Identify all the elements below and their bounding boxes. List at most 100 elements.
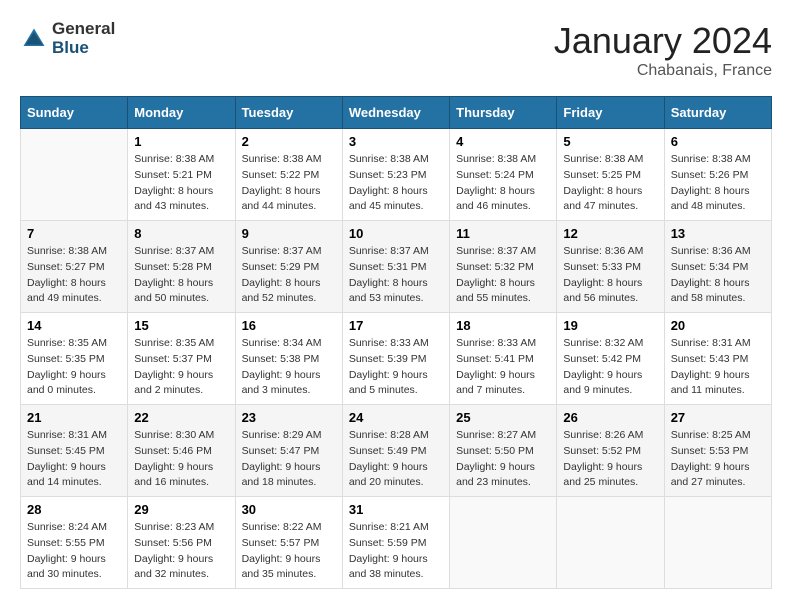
month-year-title: January 2024 [554, 20, 772, 62]
calendar-cell [21, 129, 128, 221]
day-number: 28 [27, 502, 121, 517]
day-info: Sunrise: 8:38 AMSunset: 5:25 PMDaylight:… [563, 152, 657, 215]
day-info: Sunrise: 8:38 AMSunset: 5:22 PMDaylight:… [242, 152, 336, 215]
calendar-cell: 1 Sunrise: 8:38 AMSunset: 5:21 PMDaylight… [128, 129, 235, 221]
calendar-cell [557, 497, 664, 589]
calendar-cell: 2 Sunrise: 8:38 AMSunset: 5:22 PMDaylight… [235, 129, 342, 221]
page-header: General Blue January 2024 Chabanais, Fra… [20, 20, 772, 80]
day-number: 16 [242, 318, 336, 333]
calendar-cell: 7Sunrise: 8:38 AMSunset: 5:27 PMDaylight… [21, 221, 128, 313]
calendar-cell: 19Sunrise: 8:32 AMSunset: 5:42 PMDayligh… [557, 313, 664, 405]
day-number: 1 [134, 134, 228, 149]
calendar-cell: 21Sunrise: 8:31 AMSunset: 5:45 PMDayligh… [21, 405, 128, 497]
calendar-cell: 11Sunrise: 8:37 AMSunset: 5:32 PMDayligh… [450, 221, 557, 313]
calendar-cell: 30 Sunrise: 8:22 AMSunset: 5:57 PMDayligh… [235, 497, 342, 589]
day-info: Sunrise: 8:32 AMSunset: 5:42 PMDaylight:… [563, 336, 657, 399]
day-number: 3 [349, 134, 443, 149]
calendar-cell: 29 Sunrise: 8:23 AMSunset: 5:56 PMDayligh… [128, 497, 235, 589]
calendar-cell: 22Sunrise: 8:30 AMSunset: 5:46 PMDayligh… [128, 405, 235, 497]
header-day-saturday: Saturday [664, 97, 771, 129]
header-row: SundayMondayTuesdayWednesdayThursdayFrid… [21, 97, 772, 129]
calendar-cell: 9Sunrise: 8:37 AMSunset: 5:29 PMDaylight… [235, 221, 342, 313]
day-number: 13 [671, 226, 765, 241]
day-info: Sunrise: 8:30 AMSunset: 5:46 PMDaylight:… [134, 428, 228, 491]
day-info: Sunrise: 8:35 AMSunset: 5:37 PMDaylight:… [134, 336, 228, 399]
day-info: Sunrise: 8:38 AMSunset: 5:21 PMDaylight:… [134, 152, 228, 215]
calendar-cell: 14 Sunrise: 8:35 AMSunset: 5:35 PMDayligh… [21, 313, 128, 405]
day-info: Sunrise: 8:37 AMSunset: 5:32 PMDaylight:… [456, 244, 550, 307]
day-number: 8 [134, 226, 228, 241]
header-day-thursday: Thursday [450, 97, 557, 129]
day-info: Sunrise: 8:23 AMSunset: 5:56 PMDaylight:… [134, 520, 228, 583]
day-info: Sunrise: 8:31 AMSunset: 5:45 PMDaylight:… [27, 428, 121, 491]
day-number: 5 [563, 134, 657, 149]
day-number: 30 [242, 502, 336, 517]
day-info: Sunrise: 8:31 AMSunset: 5:43 PMDaylight:… [671, 336, 765, 399]
day-number: 12 [563, 226, 657, 241]
day-info: Sunrise: 8:34 AMSunset: 5:38 PMDaylight:… [242, 336, 336, 399]
day-number: 31 [349, 502, 443, 517]
logo-text: General Blue [52, 20, 115, 57]
calendar-cell: 16 Sunrise: 8:34 AMSunset: 5:38 PMDayligh… [235, 313, 342, 405]
calendar-cell: 13Sunrise: 8:36 AMSunset: 5:34 PMDayligh… [664, 221, 771, 313]
day-number: 18 [456, 318, 550, 333]
calendar-cell: 26 Sunrise: 8:26 AMSunset: 5:52 PMDayligh… [557, 405, 664, 497]
day-info: Sunrise: 8:35 AMSunset: 5:35 PMDaylight:… [27, 336, 121, 399]
day-info: Sunrise: 8:38 AMSunset: 5:23 PMDaylight:… [349, 152, 443, 215]
day-info: Sunrise: 8:24 AMSunset: 5:55 PMDaylight:… [27, 520, 121, 583]
calendar-cell: 25 Sunrise: 8:27 AMSunset: 5:50 PMDayligh… [450, 405, 557, 497]
day-number: 2 [242, 134, 336, 149]
day-number: 26 [563, 410, 657, 425]
day-info: Sunrise: 8:37 AMSunset: 5:31 PMDaylight:… [349, 244, 443, 307]
day-info: Sunrise: 8:27 AMSunset: 5:50 PMDaylight:… [456, 428, 550, 491]
calendar-cell: 8Sunrise: 8:37 AMSunset: 5:28 PMDaylight… [128, 221, 235, 313]
header-day-friday: Friday [557, 97, 664, 129]
logo-blue: Blue [52, 39, 115, 58]
location-subtitle: Chabanais, France [554, 62, 772, 80]
day-info: Sunrise: 8:36 AMSunset: 5:33 PMDaylight:… [563, 244, 657, 307]
day-number: 17 [349, 318, 443, 333]
day-number: 23 [242, 410, 336, 425]
week-row-2: 7Sunrise: 8:38 AMSunset: 5:27 PMDaylight… [21, 221, 772, 313]
logo-general: General [52, 20, 115, 39]
calendar-cell: 15 Sunrise: 8:35 AMSunset: 5:37 PMDayligh… [128, 313, 235, 405]
day-number: 10 [349, 226, 443, 241]
day-info: Sunrise: 8:38 AMSunset: 5:27 PMDaylight:… [27, 244, 121, 307]
header-day-monday: Monday [128, 97, 235, 129]
calendar-cell: 27Sunrise: 8:25 AMSunset: 5:53 PMDayligh… [664, 405, 771, 497]
logo: General Blue [20, 20, 115, 57]
calendar-cell: 5 Sunrise: 8:38 AMSunset: 5:25 PMDaylight… [557, 129, 664, 221]
calendar-body: 1 Sunrise: 8:38 AMSunset: 5:21 PMDaylight… [21, 129, 772, 589]
calendar-table: SundayMondayTuesdayWednesdayThursdayFrid… [20, 96, 772, 589]
calendar-cell: 12 Sunrise: 8:36 AMSunset: 5:33 PMDayligh… [557, 221, 664, 313]
calendar-cell: 31 Sunrise: 8:21 AMSunset: 5:59 PMDayligh… [342, 497, 449, 589]
day-number: 24 [349, 410, 443, 425]
header-day-sunday: Sunday [21, 97, 128, 129]
day-number: 15 [134, 318, 228, 333]
calendar-cell: 28 Sunrise: 8:24 AMSunset: 5:55 PMDayligh… [21, 497, 128, 589]
calendar-cell: 20Sunrise: 8:31 AMSunset: 5:43 PMDayligh… [664, 313, 771, 405]
day-info: Sunrise: 8:21 AMSunset: 5:59 PMDaylight:… [349, 520, 443, 583]
logo-icon [20, 25, 48, 53]
calendar-cell: 4Sunrise: 8:38 AMSunset: 5:24 PMDaylight… [450, 129, 557, 221]
calendar-cell [664, 497, 771, 589]
header-day-tuesday: Tuesday [235, 97, 342, 129]
day-info: Sunrise: 8:33 AMSunset: 5:41 PMDaylight:… [456, 336, 550, 399]
week-row-3: 14 Sunrise: 8:35 AMSunset: 5:35 PMDayligh… [21, 313, 772, 405]
day-info: Sunrise: 8:38 AMSunset: 5:24 PMDaylight:… [456, 152, 550, 215]
day-number: 9 [242, 226, 336, 241]
header-day-wednesday: Wednesday [342, 97, 449, 129]
day-info: Sunrise: 8:33 AMSunset: 5:39 PMDaylight:… [349, 336, 443, 399]
day-number: 25 [456, 410, 550, 425]
calendar-cell: 6Sunrise: 8:38 AMSunset: 5:26 PMDaylight… [664, 129, 771, 221]
day-number: 29 [134, 502, 228, 517]
calendar-cell: 24 Sunrise: 8:28 AMSunset: 5:49 PMDayligh… [342, 405, 449, 497]
day-number: 14 [27, 318, 121, 333]
week-row-4: 21Sunrise: 8:31 AMSunset: 5:45 PMDayligh… [21, 405, 772, 497]
day-number: 27 [671, 410, 765, 425]
day-info: Sunrise: 8:22 AMSunset: 5:57 PMDaylight:… [242, 520, 336, 583]
day-info: Sunrise: 8:26 AMSunset: 5:52 PMDaylight:… [563, 428, 657, 491]
day-info: Sunrise: 8:28 AMSunset: 5:49 PMDaylight:… [349, 428, 443, 491]
day-number: 6 [671, 134, 765, 149]
calendar-cell: 23Sunrise: 8:29 AMSunset: 5:47 PMDayligh… [235, 405, 342, 497]
